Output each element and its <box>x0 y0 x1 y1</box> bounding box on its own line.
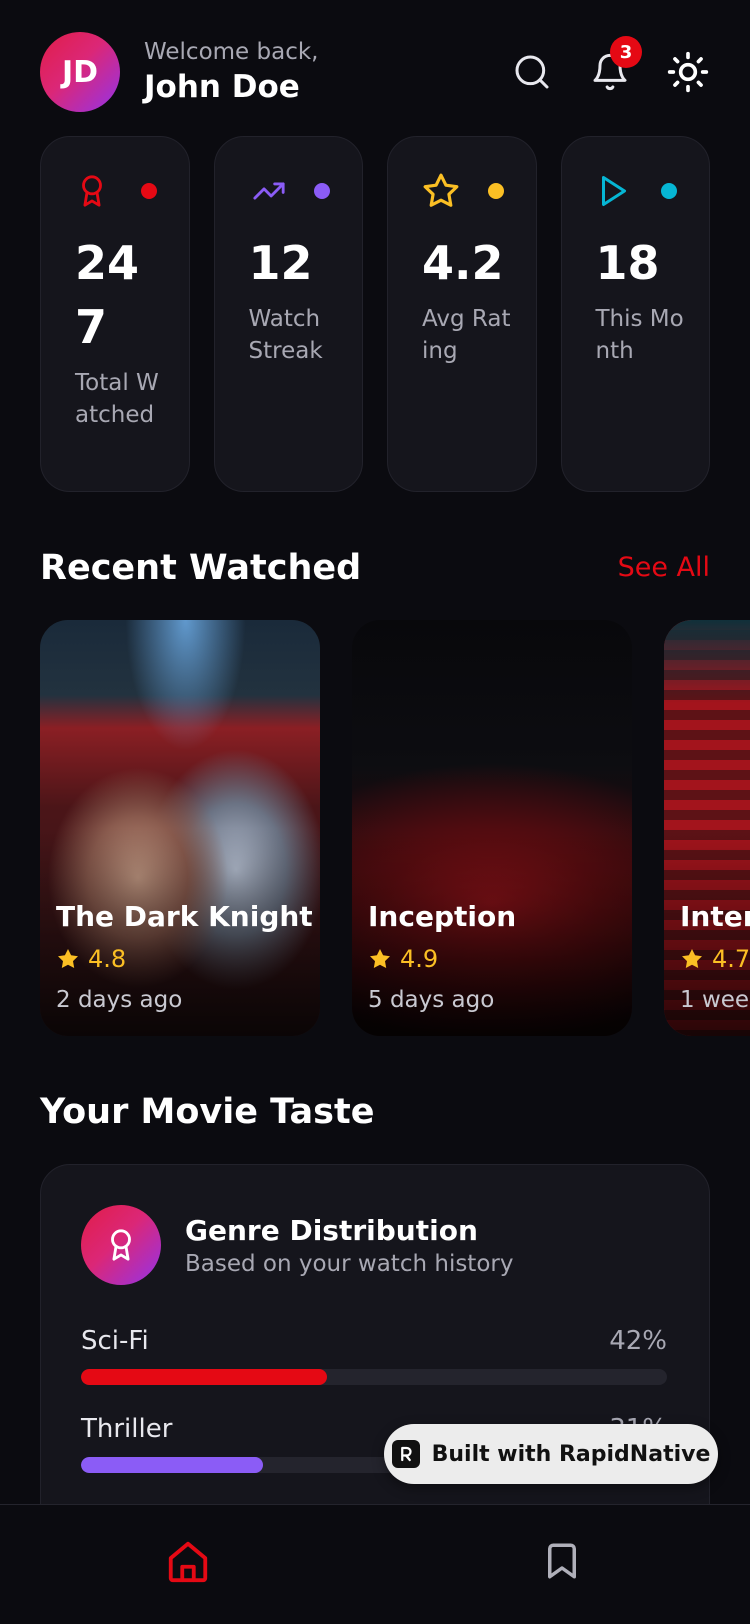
stat-card-watch-streak[interactable]: 12 Watch Streak <box>213 136 363 492</box>
star-icon <box>58 949 78 968</box>
nav-saved[interactable] <box>534 1533 590 1589</box>
movie-title: Inception <box>368 900 517 933</box>
stat-card-avg-rating[interactable]: 4.2 Avg Rating <box>387 136 537 492</box>
star-icon <box>423 173 459 207</box>
bottom-nav <box>0 1504 750 1624</box>
rapidnative-logo-icon <box>391 1440 420 1468</box>
movie-rating: 4.8 <box>56 945 313 973</box>
stat-dot <box>140 183 157 199</box>
movie-info: Inception 4.9 5 days ago <box>368 900 516 1013</box>
play-icon <box>601 176 626 206</box>
stats-row: 247 Total Watched 12 Watch Streak 4.2 Av… <box>40 136 710 492</box>
movie-info: Interstellar 4.7 1 week ago <box>680 900 750 1013</box>
user-name: John Doe <box>144 69 300 105</box>
sun-icon <box>667 51 709 93</box>
notifications-button[interactable]: 3 <box>588 36 642 94</box>
genre-card-title: Genre Distribution <box>185 1213 478 1247</box>
genre-card-header: Genre Distribution Based on your watch h… <box>81 1205 513 1285</box>
stat-value: 247 <box>75 236 140 354</box>
genre-progress-fill <box>81 1457 263 1473</box>
header-actions: 3 <box>510 36 710 94</box>
stat-label: This Month <box>595 306 684 364</box>
welcome-block: Welcome back, John Doe <box>144 39 319 105</box>
star-icon <box>682 949 702 968</box>
movie-info: The Dark Knight 4.8 2 days ago <box>56 900 313 1013</box>
star-icon <box>370 949 390 968</box>
genre-percent: 42% <box>609 1326 667 1356</box>
avatar[interactable]: JD <box>40 32 120 112</box>
genre-progress-track <box>81 1369 667 1385</box>
movie-rating-value: 4.7 <box>712 945 750 973</box>
award-icon <box>82 175 102 207</box>
genre-row: Sci-Fi 42% <box>81 1323 667 1385</box>
movie-rating: 4.7 <box>680 945 750 973</box>
movie-title: Interstellar <box>680 900 750 933</box>
home-icon <box>168 1541 208 1583</box>
search-icon <box>515 55 549 89</box>
stat-dot <box>314 183 330 199</box>
search-button[interactable] <box>510 50 554 94</box>
genre-progress-fill <box>81 1369 328 1385</box>
movie-rating: 4.9 <box>368 945 516 973</box>
recent-movies-carousel[interactable]: The Dark Knight 4.8 2 days ago Inception… <box>40 620 750 1036</box>
stat-card-total-watched[interactable]: 247 Total Watched <box>40 136 190 492</box>
stat-label: Avg Rating <box>422 306 511 364</box>
built-with-badge[interactable]: Built with RapidNative <box>384 1424 718 1484</box>
notification-badge: 3 <box>610 36 642 68</box>
movie-date: 2 days ago <box>56 987 183 1013</box>
stat-value: 12 <box>248 236 313 290</box>
stat-dot <box>487 183 504 199</box>
stat-value: 18 <box>595 236 660 290</box>
movie-taste-title: Your Movie Taste <box>40 1092 375 1132</box>
award-icon <box>111 1229 131 1261</box>
movie-card[interactable]: Inception 4.9 5 days ago <box>352 620 632 1036</box>
movie-title: The Dark Knight <box>56 900 313 933</box>
movie-rating-value: 4.8 <box>88 945 127 973</box>
built-with-text: Built with RapidNative <box>431 1441 711 1467</box>
stat-dot <box>661 183 677 199</box>
movie-date: 1 week ago <box>680 987 750 1013</box>
genre-name: Thriller <box>81 1414 173 1444</box>
genre-card-icon-badge <box>81 1205 161 1285</box>
movie-card[interactable]: The Dark Knight 4.8 2 days ago <box>40 620 320 1036</box>
theme-toggle-button[interactable] <box>666 50 710 94</box>
genre-card-subtitle: Based on your watch history <box>185 1250 514 1277</box>
header: JD Welcome back, John Doe 3 <box>40 32 710 112</box>
trending-up-icon <box>252 182 285 200</box>
stat-label: Watch Streak <box>248 306 323 364</box>
avatar-initials: JD <box>61 54 99 90</box>
stat-value: 4.2 <box>422 236 504 290</box>
bookmark-icon <box>548 1543 576 1579</box>
welcome-text: Welcome back, <box>144 39 319 65</box>
genre-name: Sci-Fi <box>81 1326 149 1356</box>
movie-card[interactable]: Interstellar 4.7 1 week ago <box>664 620 750 1036</box>
stat-card-this-month[interactable]: 18 This Month <box>560 136 710 492</box>
movie-date: 5 days ago <box>368 987 495 1013</box>
stat-label: Total Watched <box>75 370 159 428</box>
recent-watched-title: Recent Watched <box>40 548 362 588</box>
nav-home[interactable] <box>160 1533 216 1589</box>
movie-rating-value: 4.9 <box>400 945 439 973</box>
see-all-link[interactable]: See All <box>618 552 710 583</box>
